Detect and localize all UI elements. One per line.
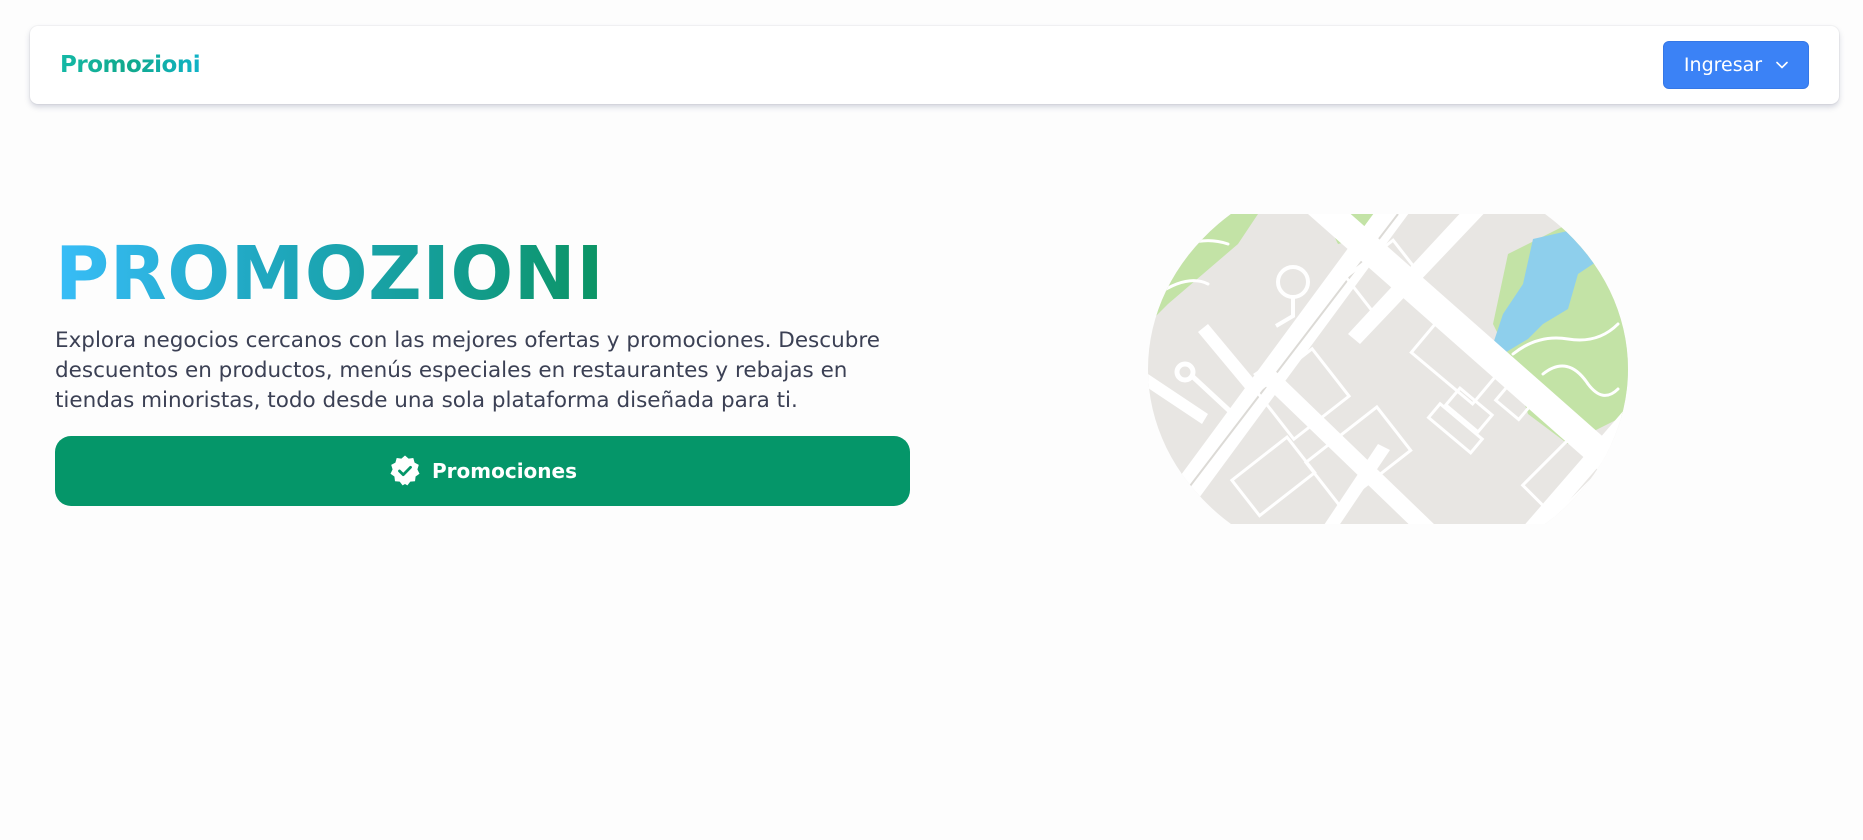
promotions-label: Promociones <box>432 459 577 483</box>
login-label: Ingresar <box>1683 54 1763 76</box>
verified-badge-icon <box>390 455 420 486</box>
login-dropdown-button[interactable]: Ingresar <box>1663 41 1809 89</box>
chevron-down-icon <box>1776 61 1788 69</box>
hero-title: PROMOZIONI <box>55 231 605 317</box>
brand-logo[interactable]: Promozioni <box>60 52 201 78</box>
hero-description: Explora negocios cercanos con las mejore… <box>55 328 880 413</box>
promotions-button[interactable]: Promociones <box>55 436 910 506</box>
navbar: Promozioni Ingresar <box>30 26 1839 104</box>
city-map-illustration <box>1148 214 1628 524</box>
